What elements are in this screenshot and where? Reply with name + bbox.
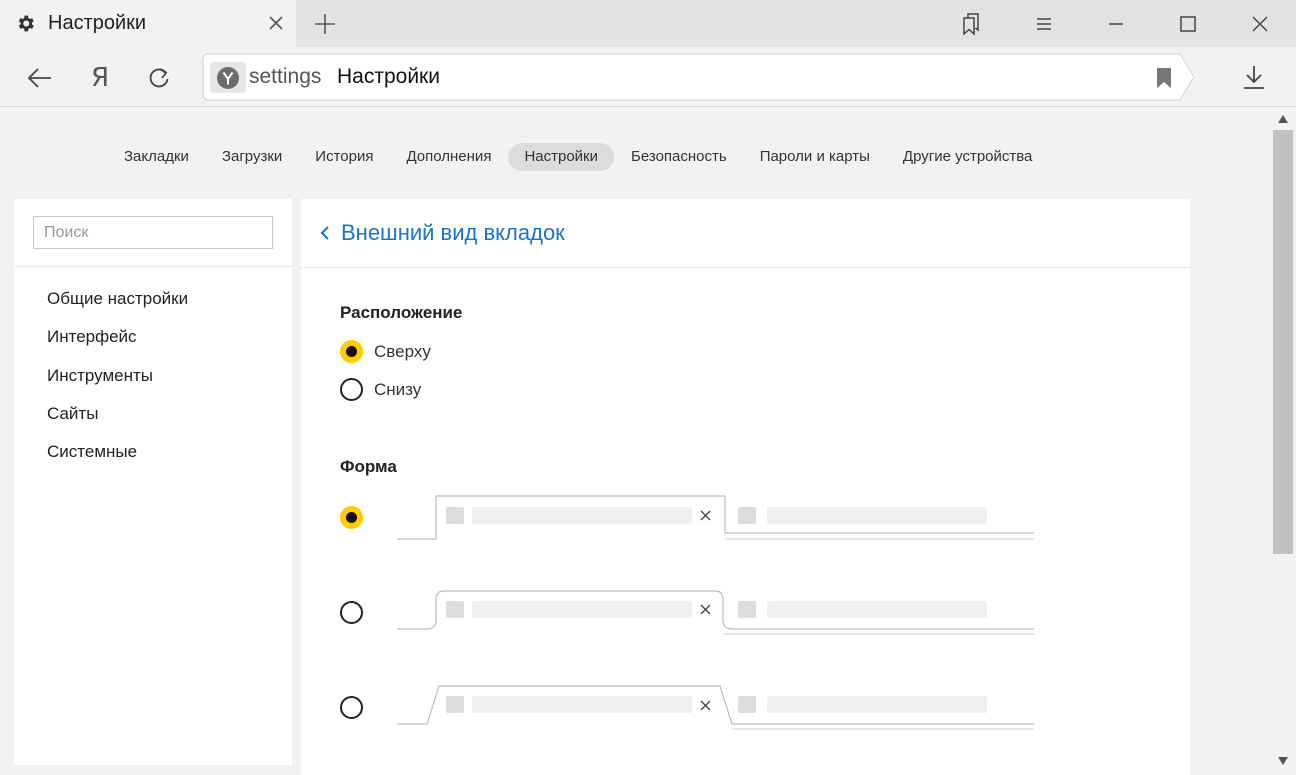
- yandex-browser-icon: [217, 67, 239, 89]
- radio-shape-rectangular[interactable]: [340, 506, 363, 529]
- radio-bottom[interactable]: [340, 378, 363, 401]
- radio-top-label: Сверху: [374, 341, 431, 361]
- nav-security[interactable]: Безопасность: [615, 143, 743, 171]
- menu-icon[interactable]: [1032, 12, 1056, 36]
- position-section-title: Расположение: [340, 303, 463, 322]
- panel-title: Внешний вид вкладок: [341, 220, 565, 245]
- gear-icon: [18, 15, 34, 32]
- close-tab-icon[interactable]: [266, 13, 286, 33]
- shape-option-rounded[interactable]: [340, 589, 1034, 639]
- radio-top[interactable]: [340, 340, 363, 363]
- back-arrow-icon[interactable]: [26, 64, 54, 92]
- sidebar-item-interface[interactable]: Интерфейс: [47, 327, 137, 347]
- chevron-left-icon: [320, 226, 329, 240]
- sidebar-item-sites[interactable]: Сайты: [47, 404, 98, 424]
- radio-shape-trapezoid[interactable]: [340, 696, 363, 719]
- shape-section-title: Форма: [340, 457, 397, 476]
- address-host: settings: [249, 65, 322, 88]
- minimize-icon[interactable]: [1104, 12, 1128, 36]
- sidebar-item-system[interactable]: Системные: [47, 442, 137, 462]
- back-to-settings-link[interactable]: Внешний вид вкладок: [319, 220, 565, 246]
- browser-tab-settings[interactable]: Настройки: [0, 0, 296, 47]
- address-bar[interactable]: settings Настройки: [202, 53, 1196, 101]
- close-window-icon[interactable]: [1248, 12, 1272, 36]
- yandex-button[interactable]: Я: [91, 63, 109, 93]
- nav-passwords[interactable]: Пароли и карты: [744, 143, 886, 171]
- search-input[interactable]: [33, 216, 273, 249]
- sidebar-item-tools[interactable]: Инструменты: [47, 366, 153, 386]
- new-tab-icon[interactable]: [312, 11, 338, 37]
- position-option-bottom[interactable]: Снизу: [340, 378, 421, 401]
- panel-header: Внешний вид вкладок: [301, 199, 1190, 268]
- settings-sidebar: Общие настройки Интерфейс Инструменты Са…: [14, 199, 292, 765]
- maximize-icon[interactable]: [1176, 12, 1200, 36]
- position-option-top[interactable]: Сверху: [340, 340, 431, 363]
- page-scrollbar[interactable]: [1270, 108, 1296, 775]
- download-icon[interactable]: [1241, 63, 1267, 91]
- scroll-down-arrow-icon[interactable]: [1277, 756, 1289, 766]
- shape-option-rectangular[interactable]: [340, 494, 1034, 544]
- nav-history[interactable]: История: [299, 143, 389, 171]
- site-info-button[interactable]: [210, 62, 246, 93]
- title-bar: Настройки: [0, 0, 1296, 47]
- tab-shape-rectangular-preview: [397, 495, 1034, 540]
- radio-bottom-label: Снизу: [374, 379, 422, 399]
- shape-option-trapezoid[interactable]: [340, 684, 1034, 734]
- toolbar: Я settings Настройки: [0, 47, 1296, 107]
- nav-extensions[interactable]: Дополнения: [390, 143, 507, 171]
- radio-shape-rounded[interactable]: [340, 601, 363, 624]
- nav-bookmarks[interactable]: Закладки: [108, 143, 205, 171]
- settings-nav: Закладки Загрузки История Дополнения Нас…: [108, 143, 1049, 171]
- nav-downloads[interactable]: Загрузки: [206, 143, 298, 171]
- tab-title: Настройки: [48, 12, 147, 34]
- sidebar-divider: [14, 266, 292, 267]
- tab-shape-trapezoid-preview: [397, 685, 1034, 730]
- bookmark-icon[interactable]: [1155, 67, 1173, 89]
- tabs-bookmarks-icon[interactable]: [959, 12, 983, 36]
- scroll-up-arrow-icon[interactable]: [1277, 114, 1289, 124]
- address-page-title: Настройки: [337, 65, 440, 88]
- nav-settings[interactable]: Настройки: [508, 143, 614, 171]
- scrollbar-thumb[interactable]: [1273, 130, 1293, 554]
- tab-shape-rounded-preview: [397, 590, 1034, 635]
- reload-icon[interactable]: [145, 64, 173, 92]
- sidebar-item-general[interactable]: Общие настройки: [47, 289, 188, 309]
- settings-panel: Внешний вид вкладок Расположение Сверху …: [301, 199, 1190, 775]
- nav-other-devices[interactable]: Другие устройства: [887, 143, 1048, 171]
